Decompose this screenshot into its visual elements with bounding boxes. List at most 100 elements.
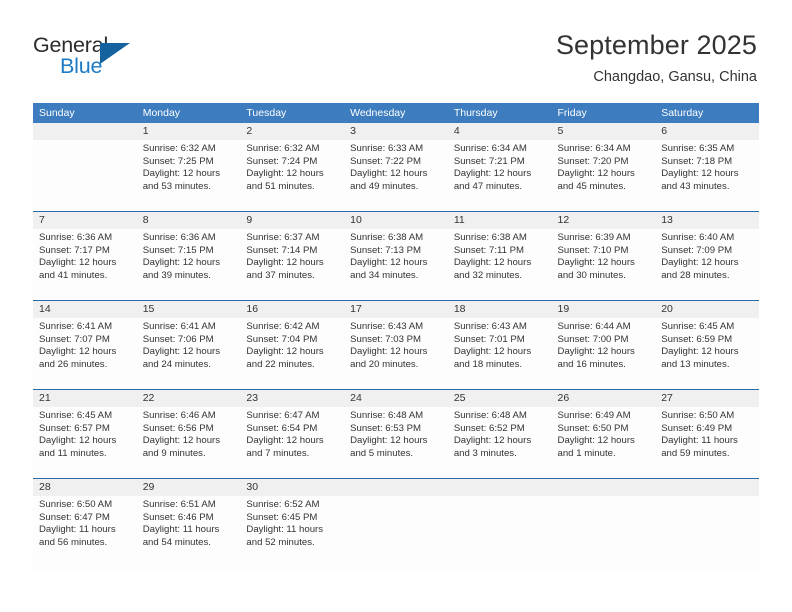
sunrise-text: Sunrise: 6:37 AM: [246, 232, 320, 243]
daylight-text: Daylight: 12 hours: [557, 257, 635, 269]
calendar-week-row: 21 22 23 24 25 26 27 Sunrise: 6:45 AM Sunset: 6:…: [33, 389, 759, 478]
day-number[interactable]: 30: [240, 479, 344, 496]
day-number[interactable]: 8: [137, 212, 241, 229]
day-number[interactable]: 1: [137, 123, 241, 140]
day-cell[interactable]: Sunrise: 6:35 AM Sunset: 7:18 PM Daylight:…: [655, 140, 759, 211]
daylight-text: and 47 minutes.: [453, 180, 523, 192]
day-cell[interactable]: Sunrise: 6:48 AM Sunset: 6:52 PM Daylight:…: [448, 407, 552, 478]
day-number[interactable]: 20: [655, 301, 759, 318]
day-cell[interactable]: Sunrise: 6:44 AM Sunset: 7:00 PM Daylight:…: [552, 318, 656, 389]
daylight-text: Daylight: 11 hours: [246, 524, 324, 536]
day-number[interactable]: 7: [33, 212, 137, 229]
day-number[interactable]: 14: [33, 301, 137, 318]
day-number[interactable]: 11: [448, 212, 552, 229]
day-cell[interactable]: Sunrise: 6:50 AM Sunset: 6:47 PM Daylight:…: [33, 496, 137, 567]
day-cell[interactable]: Sunrise: 6:41 AM Sunset: 7:06 PM Daylight:…: [137, 318, 241, 389]
logo-triangle-icon: [100, 43, 130, 64]
day-cell[interactable]: Sunrise: 6:47 AM Sunset: 6:54 PM Daylight:…: [240, 407, 344, 478]
day-cell[interactable]: Sunrise: 6:43 AM Sunset: 7:03 PM Daylight:…: [344, 318, 448, 389]
day-number[interactable]: 15: [137, 301, 241, 318]
day-cell[interactable]: Sunrise: 6:48 AM Sunset: 6:53 PM Daylight:…: [344, 407, 448, 478]
day-number[interactable]: 2: [240, 123, 344, 140]
day-cell[interactable]: Sunrise: 6:42 AM Sunset: 7:04 PM Daylight:…: [240, 318, 344, 389]
daylight-text: and 7 minutes.: [246, 447, 310, 459]
day-number[interactable]: 6: [655, 123, 759, 140]
day-cell[interactable]: Sunrise: 6:36 AM Sunset: 7:15 PM Daylight:…: [137, 229, 241, 300]
day-cell[interactable]: Sunrise: 6:38 AM Sunset: 7:11 PM Daylight:…: [448, 229, 552, 300]
daylight-text: Daylight: 12 hours: [142, 346, 221, 358]
daylight-text: Daylight: 12 hours: [142, 168, 221, 180]
logo-text-blue: Blue: [60, 54, 103, 78]
day-number[interactable]: 10: [344, 212, 448, 229]
day-cell[interactable]: Sunrise: 6:49 AM Sunset: 6:50 PM Daylight:…: [552, 407, 656, 478]
day-cell[interactable]: Sunrise: 6:46 AM Sunset: 6:56 PM Daylight:…: [137, 407, 241, 478]
day-cell[interactable]: Sunrise: 6:45 AM Sunset: 6:59 PM Daylight:…: [655, 318, 759, 389]
daylight-text: and 1 minute.: [557, 447, 616, 459]
day-cell[interactable]: Sunrise: 6:33 AM Sunset: 7:22 PM Daylight:…: [344, 140, 448, 211]
day-number[interactable]: 25: [448, 390, 552, 407]
day-cell[interactable]: Sunrise: 6:34 AM Sunset: 7:21 PM Daylight:…: [448, 140, 552, 211]
sunrise-text: Sunrise: 6:50 AM: [39, 499, 113, 510]
day-number[interactable]: 27: [655, 390, 759, 407]
sunrise-text: Sunrise: 6:36 AM: [142, 232, 216, 243]
day-number[interactable]: 17: [344, 301, 448, 318]
sunrise-text: Sunrise: 6:45 AM: [39, 410, 113, 421]
sunset-text: Sunset: 7:20 PM: [557, 155, 629, 167]
daylight-text: and 54 minutes.: [142, 536, 211, 548]
daylight-text: Daylight: 12 hours: [557, 435, 635, 447]
daylight-text: and 41 minutes.: [39, 269, 108, 281]
day-number[interactable]: 18: [448, 301, 552, 318]
day-cell[interactable]: Sunrise: 6:52 AM Sunset: 6:45 PM Daylight:…: [240, 496, 344, 567]
day-number[interactable]: 24: [344, 390, 448, 407]
daylight-text: and 13 minutes.: [661, 358, 730, 370]
day-cell[interactable]: Sunrise: 6:39 AM Sunset: 7:10 PM Daylight:…: [552, 229, 656, 300]
day-number[interactable]: 3: [344, 123, 448, 140]
day-cell[interactable]: Sunrise: 6:36 AM Sunset: 7:17 PM Daylight:…: [33, 229, 137, 300]
day-cell[interactable]: Sunrise: 6:43 AM Sunset: 7:01 PM Daylight:…: [448, 318, 552, 389]
day-number[interactable]: 9: [240, 212, 344, 229]
day-number[interactable]: 5: [552, 123, 656, 140]
day-cell[interactable]: Sunrise: 6:34 AM Sunset: 7:20 PM Daylight:…: [552, 140, 656, 211]
sunrise-text: Sunrise: 6:50 AM: [661, 410, 735, 421]
sunset-text: Sunset: 7:10 PM: [557, 244, 629, 256]
daylight-text: Daylight: 12 hours: [350, 435, 428, 447]
daylight-text: Daylight: 12 hours: [661, 346, 739, 358]
day-cell[interactable]: Sunrise: 6:38 AM Sunset: 7:13 PM Daylight:…: [344, 229, 448, 300]
daylight-text: Daylight: 12 hours: [39, 435, 117, 447]
general-blue-logo[interactable]: General Blue: [33, 33, 153, 85]
day-cell[interactable]: Sunrise: 6:41 AM Sunset: 7:07 PM Daylight:…: [33, 318, 137, 389]
day-cell[interactable]: Sunrise: 6:37 AM Sunset: 7:14 PM Daylight:…: [240, 229, 344, 300]
day-cell[interactable]: Sunrise: 6:50 AM Sunset: 6:49 PM Daylight:…: [655, 407, 759, 478]
day-cell[interactable]: Sunrise: 6:32 AM Sunset: 7:24 PM Daylight:…: [240, 140, 344, 211]
day-number-empty: [448, 479, 552, 496]
day-cell[interactable]: Sunrise: 6:51 AM Sunset: 6:46 PM Daylight:…: [137, 496, 241, 567]
day-number[interactable]: 22: [137, 390, 241, 407]
sunset-text: Sunset: 6:49 PM: [661, 422, 733, 434]
day-number[interactable]: 21: [33, 390, 137, 407]
sunrise-text: Sunrise: 6:36 AM: [39, 232, 113, 243]
day-number[interactable]: 4: [448, 123, 552, 140]
day-cell[interactable]: Sunrise: 6:32 AM Sunset: 7:25 PM Daylight:…: [137, 140, 241, 211]
day-number[interactable]: 23: [240, 390, 344, 407]
day-number[interactable]: 29: [137, 479, 241, 496]
day-cell[interactable]: Sunrise: 6:45 AM Sunset: 6:57 PM Daylight:…: [33, 407, 137, 478]
day-number[interactable]: 13: [655, 212, 759, 229]
day-number[interactable]: 28: [33, 479, 137, 496]
day-cell-empty: [33, 140, 137, 211]
daylight-text: and 28 minutes.: [661, 269, 730, 281]
day-number[interactable]: 16: [240, 301, 344, 318]
weekday-header-saturday: Saturday: [661, 107, 704, 119]
day-cell-empty: [344, 496, 448, 567]
daylight-text: and 22 minutes.: [246, 358, 315, 370]
day-number[interactable]: 26: [552, 390, 656, 407]
day-number[interactable]: 12: [552, 212, 656, 229]
sunset-text: Sunset: 7:00 PM: [557, 333, 629, 345]
day-number[interactable]: 19: [552, 301, 656, 318]
day-cell[interactable]: Sunrise: 6:40 AM Sunset: 7:09 PM Daylight:…: [655, 229, 759, 300]
week-day-body-band: Sunrise: 6:50 AM Sunset: 6:47 PM Daylight:…: [33, 496, 759, 572]
weekday-header-sunday: Sunday: [39, 107, 75, 119]
page-header: General Blue September 2025 Changdao, Ga…: [0, 0, 792, 95]
sunset-text: Sunset: 6:57 PM: [39, 422, 110, 434]
daylight-text: Daylight: 12 hours: [350, 168, 428, 180]
day-number-empty: [33, 123, 137, 140]
